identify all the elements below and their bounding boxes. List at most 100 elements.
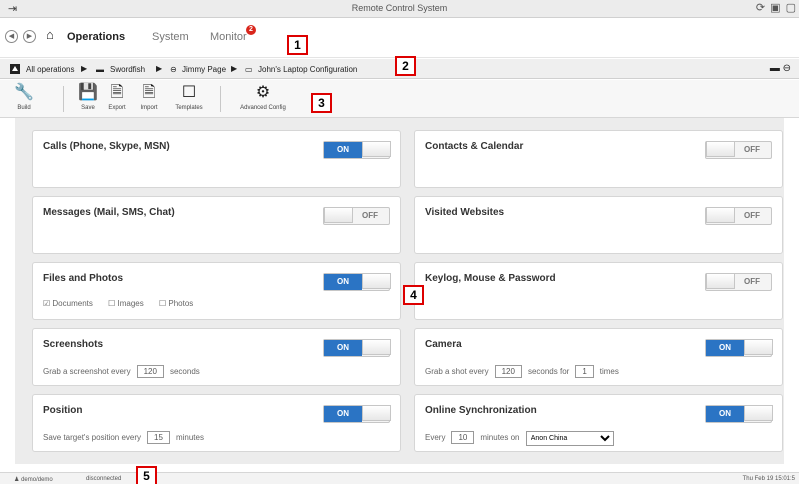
advanced-config-label: Advanced Config [240,105,286,111]
position-options: Save target's position every 15 minutes [43,431,204,444]
position-toggle[interactable]: ON [323,405,391,423]
toggle-state: ON [324,406,362,422]
toggle-knob [706,273,735,289]
camera-options: Grab a shot every 120 seconds for 1 times [425,365,619,378]
toggle-knob [706,207,735,223]
import-label: Import [140,105,158,111]
module-configuration-panel: Calls (Phone, Skype, MSN) ON Contacts & … [15,118,784,464]
toggle-state: OFF [744,211,760,220]
documents-label: Documents [52,299,93,308]
camera-module-card: Camera ON Grab a shot every 120 seconds fo… [414,328,783,386]
window-controls[interactable]: ⟳ ▣ ▢ [756,1,797,14]
files-module-card: Files and Photos ON ☑ Documents ☐ Images… [32,262,401,320]
documents-checkbox[interactable]: ☑ Documents [43,299,93,308]
import-icon: 🗎 [142,84,156,101]
breadcrumb-operation[interactable]: Swordfish [110,65,145,74]
sync-network-select[interactable]: Anon China [525,431,614,446]
calls-toggle[interactable]: ON [323,141,391,159]
camera-module-title: Camera [425,339,462,350]
breadcrumb-separator-icon: ▶ [81,64,88,73]
photos-label: Photos [168,299,194,308]
toggle-state: ON [324,142,362,158]
advanced-config-button[interactable]: ⚙ Advanced Config [234,83,292,111]
screenshot-interval-input[interactable]: 120 [136,365,164,378]
camera-interval-input[interactable]: 120 [494,365,522,378]
position-prefix: Save target's position every [43,433,142,442]
messages-toggle[interactable]: OFF [323,207,390,225]
forward-icon[interactable]: ▶ [23,30,36,43]
main-navigation: ◀ ▶ ⌂ Operations System Monitor 2 [0,18,799,58]
status-bar: ♟ demo/demo disconnected Thu Feb 19 15:0… [0,472,799,484]
photos-checkbox[interactable]: ☐ Photos [159,299,193,308]
wrench-icon: 🔧 [14,84,34,101]
keylog-toggle[interactable]: OFF [705,273,772,291]
unchecked-box-icon: ☐ [158,299,167,308]
unchecked-box-icon: ☐ [108,299,116,308]
files-options: ☑ Documents ☐ Images ☐ Photos [43,299,206,308]
camera-middle: seconds for [527,367,570,376]
user-icon: ♟ [14,477,20,483]
toggle-knob [362,141,391,157]
toggle-knob [362,405,391,421]
camera-times-input[interactable]: 1 [575,365,594,378]
tab-system[interactable]: System [152,31,189,43]
toggle-knob [362,339,391,355]
save-button[interactable]: 💾 Save [76,83,100,111]
files-toggle[interactable]: ON [323,273,391,291]
breadcrumb-target[interactable]: Jimmy Page [182,65,226,74]
position-interval-input[interactable]: 15 [147,431,170,444]
gears-icon: ⚙ [255,84,271,101]
window-title: Remote Control System [351,3,448,13]
sync-module-title: Online Synchronization [425,405,537,416]
monitor-alert-badge: 2 [246,25,256,35]
checked-box-icon: ☑ [43,299,51,308]
contacts-module-title: Contacts & Calendar [425,141,524,152]
keylog-module-card: Keylog, Mouse & Password OFF [414,262,783,320]
screenshots-suffix: seconds [169,367,200,376]
sync-middle: minutes on [480,433,520,442]
export-icon: 🗎 [110,84,124,101]
screenshots-prefix: Grab a screenshot every [43,367,131,376]
save-icon: 💾 [78,84,98,101]
messages-module-title: Messages (Mail, SMS, Chat) [43,207,175,218]
export-label: Export [108,105,126,111]
toolbar: 🔧 Build 💾 Save 🗎 Export 🗎 Import ☐ Templ… [0,80,799,118]
screenshots-module-card: Screenshots ON Grab a screenshot every 12… [32,328,401,386]
folder-and-target-icons[interactable]: ▬ ⊖ [770,63,791,74]
sync-options: Every 10 minutes on Anon China [425,431,614,446]
websites-toggle[interactable]: OFF [705,207,772,225]
save-label: Save [81,105,95,111]
target-icon: ⊖ [170,65,177,74]
toolbar-divider [63,86,64,112]
breadcrumb-all-operations[interactable]: All operations [26,65,74,74]
callout-3: 3 [311,93,332,113]
tab-operations[interactable]: Operations [67,31,125,43]
contacts-toggle[interactable]: OFF [705,141,772,159]
position-module-title: Position [43,405,83,416]
sync-prefix: Every [425,433,446,442]
contacts-module-card: Contacts & Calendar OFF [414,130,783,188]
callout-5: 5 [136,466,157,484]
templates-button[interactable]: ☐ Templates [172,83,206,111]
import-button[interactable]: 🗎 Import [136,83,162,111]
images-checkbox[interactable]: ☐ Images [108,299,144,308]
sync-toggle[interactable]: ON [705,405,773,423]
toggle-state: OFF [744,145,760,154]
templates-icon: ☐ [181,84,197,101]
screenshots-toggle[interactable]: ON [323,339,391,357]
sync-interval-input[interactable]: 10 [451,431,475,444]
home-icon[interactable]: ⌂ [46,27,54,42]
export-button[interactable]: 🗎 Export [104,83,130,111]
camera-suffix: times [599,367,619,376]
camera-toggle[interactable]: ON [705,339,773,357]
websites-module-card: Visited Websites OFF [414,196,783,254]
toggle-knob [362,273,391,289]
camera-prefix: Grab a shot every [425,367,489,376]
websites-module-title: Visited Websites [425,207,505,218]
keylog-module-title: Keylog, Mouse & Password [425,273,556,284]
back-icon[interactable]: ◀ [5,30,18,43]
callout-4: 4 [403,285,424,305]
tab-monitor[interactable]: Monitor [210,31,247,43]
build-button[interactable]: 🔧 Build [12,83,36,111]
templates-label: Templates [175,105,203,111]
